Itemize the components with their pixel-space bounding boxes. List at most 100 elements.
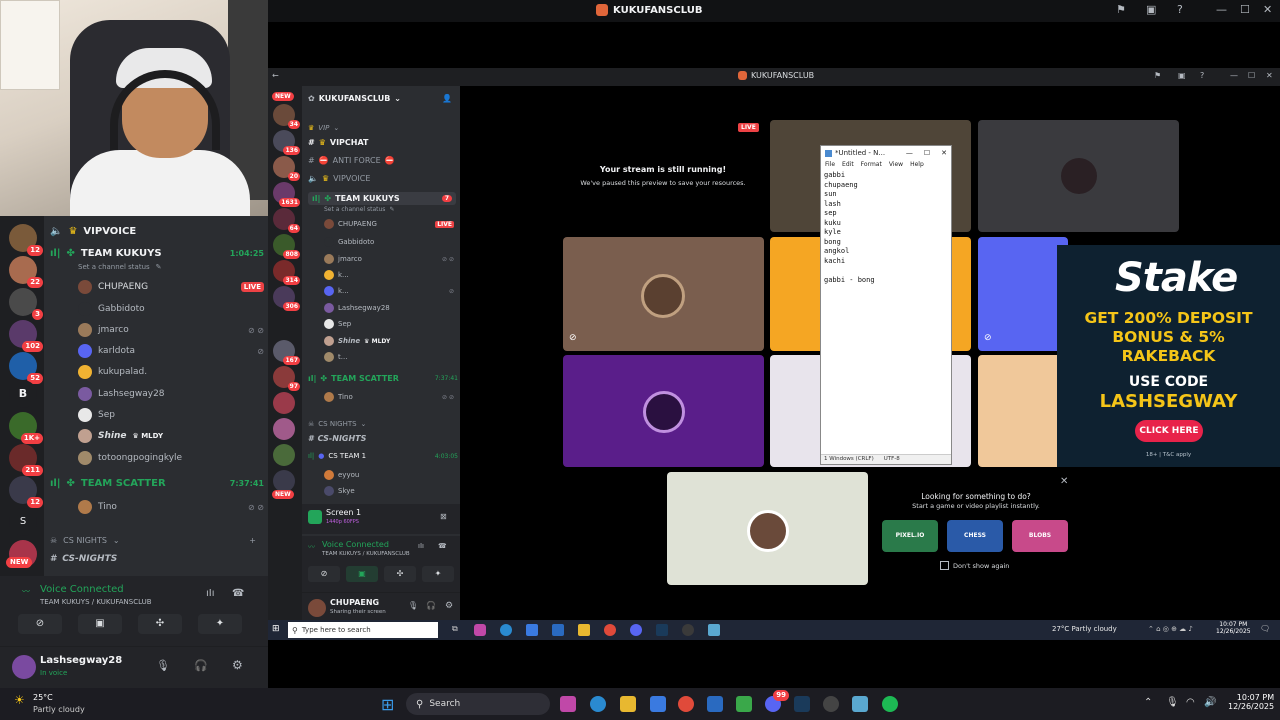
category-vip[interactable]: ♛ VIP ⌄ bbox=[308, 124, 458, 132]
noise-suppression-icon[interactable]: ıIı bbox=[418, 542, 424, 550]
server-icon[interactable]: 1631 bbox=[273, 182, 300, 207]
voice-user[interactable]: Tino ⊘ ⊘ bbox=[78, 500, 264, 514]
disconnect-icon[interactable]: ☎ bbox=[438, 542, 447, 550]
notepad-taskbar-icon[interactable] bbox=[852, 696, 868, 712]
voice-user[interactable]: Gabbidoto bbox=[78, 302, 264, 316]
help-icon[interactable]: ? bbox=[1177, 3, 1183, 16]
server-icon[interactable] bbox=[273, 470, 295, 492]
voice-user[interactable]: k... bbox=[324, 270, 454, 280]
voice-user[interactable]: Tino ⊘ ⊘ bbox=[324, 392, 454, 402]
server-header[interactable]: ✿ KUKUFANSCLUB ⌄ 👤 bbox=[308, 94, 458, 103]
server-icon[interactable]: 64 bbox=[273, 208, 300, 233]
game-tile[interactable]: CHESS bbox=[947, 520, 1003, 552]
outlook-icon[interactable] bbox=[707, 696, 723, 712]
channel-vipchat[interactable]: # ♛ VIPCHAT bbox=[308, 138, 458, 147]
video-tile[interactable] bbox=[563, 355, 764, 467]
help-icon[interactable]: ? bbox=[1200, 71, 1204, 80]
voice-user[interactable]: Lashsegway28 bbox=[78, 387, 264, 401]
voice-user[interactable]: Lashsegway28 bbox=[324, 303, 454, 313]
edge-icon[interactable] bbox=[590, 696, 606, 712]
voice-user[interactable]: Sep bbox=[324, 319, 454, 329]
screen-share-icon[interactable]: ▣ bbox=[1178, 71, 1186, 80]
notifications-icon[interactable]: 🗨 bbox=[1260, 624, 1270, 633]
server-icon[interactable]: 12 bbox=[9, 224, 43, 256]
weather-desc[interactable]: Partly cloudy bbox=[33, 705, 85, 714]
steam-icon[interactable] bbox=[794, 696, 810, 712]
category-cs-nights[interactable]: ☠ CS NIGHTS ⌄ + bbox=[50, 536, 264, 545]
maximize-button[interactable]: ☐ bbox=[924, 149, 930, 157]
voice-user[interactable]: eyyou bbox=[324, 470, 454, 480]
store-icon[interactable] bbox=[650, 696, 666, 712]
menu-view[interactable]: View bbox=[889, 161, 903, 168]
weather-widget[interactable]: 27°C Partly cloudy bbox=[1052, 625, 1117, 633]
video-tile[interactable]: ⊘ bbox=[978, 237, 1068, 351]
channel-anti-force[interactable]: # ⛔ ANTI FORCE ⛔ bbox=[308, 156, 458, 165]
windows-start-icon[interactable]: ⊞ bbox=[381, 695, 394, 714]
inbox-flag-icon[interactable]: ⚑ bbox=[1154, 71, 1161, 80]
minimize-button[interactable]: — bbox=[1230, 71, 1238, 80]
channel-vipvoice[interactable]: 🔈 ♛ VIPVOICE bbox=[308, 174, 458, 183]
chrome-icon[interactable] bbox=[604, 624, 616, 636]
clock[interactable]: 10:07 PM 12/26/2025 bbox=[1216, 621, 1251, 635]
category-cs-nights[interactable]: ☠ CS NIGHTS ⌄ bbox=[308, 420, 458, 428]
voice-user[interactable]: CHUPAENG LIVE bbox=[324, 219, 454, 229]
server-icon-b[interactable]: B bbox=[9, 380, 37, 408]
channel-team-scatter[interactable]: ıl| ✤ TEAM SCATTER 7:37:41 bbox=[50, 478, 264, 489]
channel-vipvoice[interactable]: 🔈 ♛ VIPVOICE bbox=[50, 226, 264, 237]
wifi-icon[interactable]: ◠ bbox=[1186, 697, 1195, 708]
voice-user[interactable]: totoongpogingkyle bbox=[78, 451, 264, 465]
video-tile[interactable] bbox=[667, 472, 868, 585]
mail-icon[interactable] bbox=[552, 624, 564, 636]
voice-user[interactable]: Skye bbox=[324, 486, 454, 496]
screen-share-icon[interactable]: ▣ bbox=[1146, 3, 1156, 16]
minimize-button[interactable]: — bbox=[906, 149, 913, 157]
settings-gear-icon[interactable]: ⚙ bbox=[232, 658, 243, 672]
voice-user[interactable]: kukupalad. bbox=[78, 365, 264, 379]
channel-status-hint[interactable]: Set a channel status ✎ bbox=[324, 206, 454, 213]
camera-off-button[interactable]: ⊘ bbox=[308, 566, 340, 582]
store-icon[interactable] bbox=[526, 624, 538, 636]
discord-icon[interactable]: 99 bbox=[765, 690, 789, 712]
avatar[interactable] bbox=[12, 655, 36, 679]
chrome-icon[interactable] bbox=[678, 696, 694, 712]
maximize-button[interactable]: ☐ bbox=[1248, 71, 1255, 80]
checkbox[interactable] bbox=[940, 561, 949, 570]
screen-share-button[interactable]: ▣ bbox=[346, 566, 378, 582]
server-icon[interactable] bbox=[273, 392, 295, 414]
dont-show-checkbox[interactable]: Don't show again bbox=[940, 561, 1009, 570]
edge-icon[interactable] bbox=[500, 624, 512, 636]
server-icon[interactable]: 306 bbox=[273, 286, 300, 311]
video-tile[interactable] bbox=[978, 355, 1068, 467]
channel-cs-team-1[interactable]: ıl| ● CS TEAM 1 4:03:05 bbox=[308, 452, 458, 460]
channel-status-hint[interactable]: Set a channel status ✎ bbox=[78, 263, 264, 271]
voice-user[interactable]: k... ⊘ bbox=[324, 286, 454, 296]
settings-gear-icon[interactable]: ⚙ bbox=[445, 601, 453, 611]
game-tile[interactable]: BLOBS bbox=[1012, 520, 1068, 552]
server-icon[interactable]: 167 bbox=[273, 340, 300, 365]
headphones-icon[interactable]: 🎧 bbox=[426, 601, 436, 610]
voice-location[interactable]: TEAM KUKUYS / KUKUFANSCLUB bbox=[322, 551, 410, 557]
voice-user[interactable]: Shine ♛ MLDY bbox=[78, 429, 264, 443]
menu-edit[interactable]: Edit bbox=[842, 161, 854, 168]
server-icon[interactable] bbox=[273, 418, 295, 440]
microphone-icon[interactable]: 🎙 bbox=[408, 601, 418, 610]
file-explorer-icon[interactable] bbox=[620, 696, 636, 712]
clock[interactable]: 10:07 PM 12/26/2025 bbox=[1228, 693, 1274, 711]
notepad-taskbar-icon[interactable] bbox=[708, 624, 720, 636]
avatar[interactable] bbox=[308, 599, 326, 617]
voice-user[interactable]: CHUPAENG LIVE bbox=[78, 280, 264, 294]
menu-file[interactable]: File bbox=[825, 161, 835, 168]
maximize-button[interactable]: ☐ bbox=[1240, 3, 1250, 16]
server-icon[interactable]: 136 bbox=[273, 130, 300, 155]
server-icon[interactable]: 20 bbox=[273, 156, 300, 181]
stop-stream-icon[interactable]: ⊠ bbox=[440, 512, 447, 521]
channel-cs-nights[interactable]: # CS-NIGHTS bbox=[308, 434, 458, 443]
server-icon[interactable]: 12 bbox=[9, 476, 43, 508]
close-button[interactable]: ✕ bbox=[1266, 71, 1273, 80]
channel-team-scatter[interactable]: ıl| ✤ TEAM SCATTER 7:37:41 bbox=[308, 374, 458, 383]
voice-location[interactable]: TEAM KUKUYS / KUKUFANSCLUB bbox=[40, 598, 152, 606]
channel-team-kukuys[interactable]: ıl| ✤ TEAM KUKUYS 7 bbox=[308, 192, 456, 205]
taskbar-search-box[interactable]: ⚲ Type here to search bbox=[288, 622, 438, 638]
screen-share-button[interactable]: ▣ bbox=[78, 614, 122, 634]
channel-cs-nights[interactable]: # CS-NIGHTS bbox=[50, 554, 264, 564]
